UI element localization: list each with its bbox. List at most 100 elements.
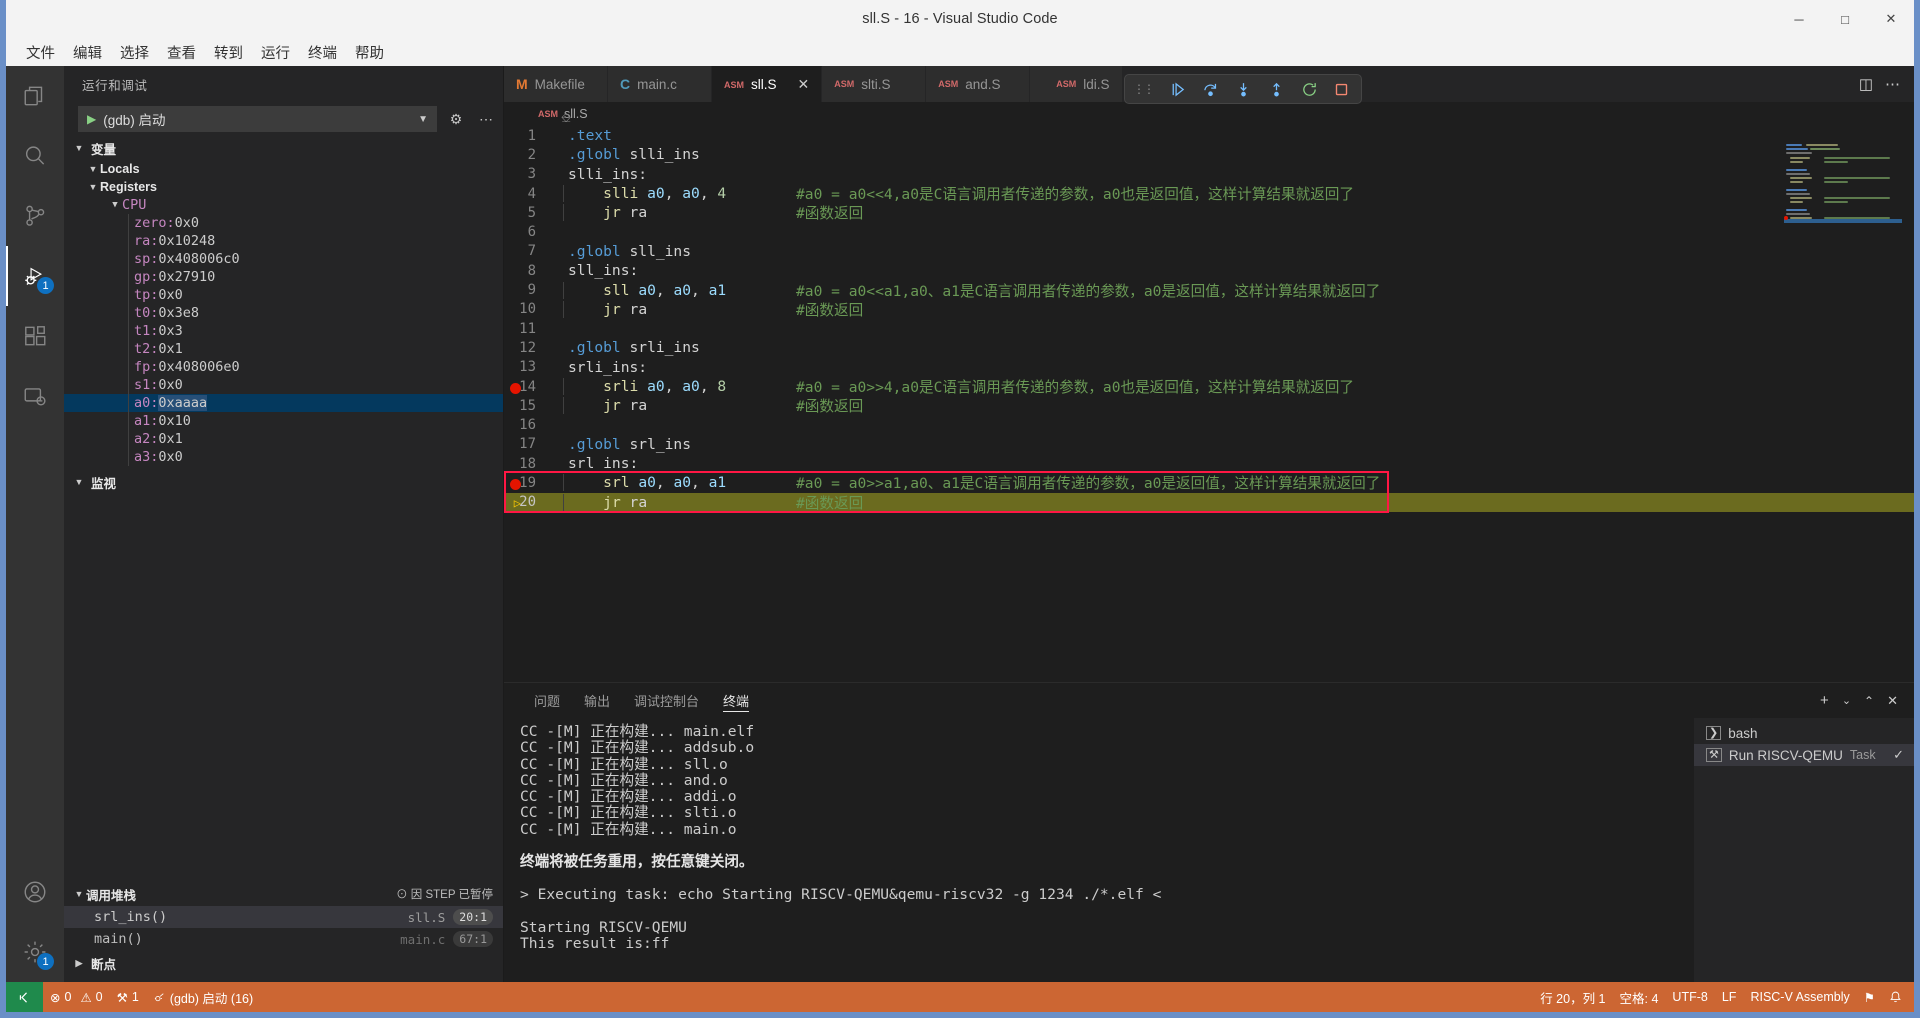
tab-sll-s[interactable]: ASMsll.S✕ <box>712 66 822 102</box>
debug-session-status[interactable]: (gdb) 启动 (16) <box>146 982 260 1012</box>
new-terminal-icon[interactable]: + <box>1820 692 1829 709</box>
code-line[interactable]: ▷20 jr ra#函数返回 <box>504 493 1914 512</box>
line-number[interactable]: 1 <box>504 128 556 144</box>
tab-problems[interactable]: 问题 <box>522 683 572 718</box>
line-number[interactable]: 18 <box>504 456 556 472</box>
register-row[interactable]: s1: 0x0 <box>64 376 503 394</box>
line-number[interactable]: 7 <box>504 243 556 259</box>
code-line[interactable]: 11 <box>504 319 1914 338</box>
code-line[interactable]: 1.text <box>504 126 1914 145</box>
minimize-button[interactable]: ─ <box>1776 0 1822 38</box>
settings-gear-icon[interactable]: 1 <box>6 922 64 982</box>
line-number[interactable]: 19 <box>504 475 556 491</box>
line-number[interactable]: 8 <box>504 263 556 279</box>
editor-more-icon[interactable]: ⋯ <box>1885 75 1900 93</box>
register-row[interactable]: t1: 0x3 <box>64 322 503 340</box>
callstack-row[interactable]: srl_ins()sll.S20:1 <box>64 906 503 928</box>
split-editor-icon[interactable]: ◫ <box>1859 75 1873 93</box>
line-number[interactable]: 4 <box>504 186 556 202</box>
line-number[interactable]: 12 <box>504 340 556 356</box>
line-number[interactable]: ▷20 <box>504 494 556 510</box>
code-line[interactable]: 12.globl srli_ins <box>504 338 1914 357</box>
register-row[interactable]: zero: 0x0 <box>64 214 503 232</box>
code-line[interactable]: 13srli_ins: <box>504 358 1914 377</box>
maximize-panel-icon[interactable]: ⌃ <box>1864 694 1874 708</box>
line-number[interactable]: 15 <box>504 398 556 414</box>
cursor-position[interactable]: 行 20，列 1 <box>1533 988 1612 1007</box>
line-number[interactable]: 6 <box>504 224 556 240</box>
menu-terminal[interactable]: 终端 <box>300 39 345 66</box>
code-line[interactable]: 17.globl srl_ins <box>504 435 1914 454</box>
breadcrumb[interactable]: ASM sll.S <box>504 102 1914 126</box>
line-number[interactable]: 2 <box>504 147 556 163</box>
indentation[interactable]: 空格: 4 <box>1613 988 1666 1007</box>
breakpoint-icon[interactable] <box>510 479 521 490</box>
notifications-bell-icon[interactable] <box>1882 990 1914 1004</box>
register-row[interactable]: ra: 0x10248 <box>64 232 503 250</box>
breakpoints-section-header[interactable]: ▶ 断点 <box>64 950 503 976</box>
line-number[interactable]: 14 <box>504 379 556 395</box>
register-row[interactable]: a3: 0x0 <box>64 448 503 466</box>
menu-help[interactable]: 帮助 <box>347 39 392 66</box>
cpu-group[interactable]: ▼ CPU <box>64 196 503 214</box>
tab-main-c[interactable]: Cmain.c <box>608 66 712 102</box>
terminal-list-item[interactable]: ⚒Run RISCV-QEMUTask✓ <box>1694 744 1914 766</box>
eol[interactable]: LF <box>1715 990 1744 1004</box>
tab-debug-console[interactable]: 调试控制台 <box>622 683 711 718</box>
explorer-icon[interactable] <box>6 66 64 126</box>
menu-view[interactable]: 查看 <box>159 39 204 66</box>
tab-ldi-s[interactable]: ASMldi.S <box>1030 66 1122 102</box>
terminal-list-item[interactable]: ❯bash <box>1694 722 1914 744</box>
tab-output[interactable]: 输出 <box>572 683 622 718</box>
menu-selection[interactable]: 选择 <box>112 39 157 66</box>
callstack-row[interactable]: main()main.c67:1 <box>64 928 503 950</box>
gear-icon[interactable]: ⚙ <box>445 108 467 130</box>
terminal-split-chevron-icon[interactable]: ⌄ <box>1842 694 1851 707</box>
problems-status[interactable]: ⊗ 0 ⚠ 0 <box>43 982 110 1012</box>
code-line[interactable]: 2.globl slli_ins <box>504 145 1914 164</box>
step-into-icon[interactable] <box>1235 81 1252 98</box>
debug-config-select[interactable]: ▶ (gdb) 启动 ▼ <box>78 106 437 132</box>
more-actions-icon[interactable]: ⋯ <box>475 108 497 130</box>
breakpoint-icon[interactable] <box>510 383 521 394</box>
line-number[interactable]: 9 <box>504 282 556 298</box>
code-line[interactable]: 15 jr ra#函数返回 <box>504 396 1914 415</box>
step-over-icon[interactable] <box>1202 81 1219 98</box>
code-line[interactable]: 16 <box>504 415 1914 434</box>
register-row[interactable]: a0: 0xaaaa <box>64 394 503 412</box>
code-line[interactable]: 6 <box>504 222 1914 241</box>
register-row[interactable]: tp: 0x0 <box>64 286 503 304</box>
menu-go[interactable]: 转到 <box>206 39 251 66</box>
register-row[interactable]: sp: 0x408006c0 <box>64 250 503 268</box>
close-icon[interactable]: ✕ <box>798 76 810 93</box>
code-line[interactable]: 5 jr ra#函数返回 <box>504 203 1914 222</box>
feedback-icon[interactable]: ⚑ <box>1857 990 1882 1005</box>
line-number[interactable]: 10 <box>504 301 556 317</box>
code-line[interactable]: 18srl_ins: <box>504 454 1914 473</box>
maximize-button[interactable]: □ <box>1822 0 1868 38</box>
accounts-icon[interactable] <box>6 862 64 922</box>
ports-status[interactable]: ⚒ 1 <box>110 982 146 1012</box>
restart-icon[interactable] <box>1301 81 1318 98</box>
code-editor[interactable]: 1.text2.globl slli_ins3slli_ins:4 slli a… <box>504 126 1914 682</box>
search-icon[interactable] <box>6 126 64 186</box>
code-line[interactable]: 8sll_ins: <box>504 261 1914 280</box>
register-row[interactable]: gp: 0x27910 <box>64 268 503 286</box>
menu-edit[interactable]: 编辑 <box>65 39 110 66</box>
line-number[interactable]: 3 <box>504 166 556 182</box>
line-number[interactable]: 16 <box>504 417 556 433</box>
menu-run[interactable]: 运行 <box>253 39 298 66</box>
registers-group[interactable]: ▼ Registers <box>64 178 503 196</box>
remote-indicator[interactable] <box>6 982 43 1012</box>
line-number[interactable]: 13 <box>504 359 556 375</box>
close-button[interactable]: ✕ <box>1868 0 1914 38</box>
remote-explorer-icon[interactable] <box>6 366 64 426</box>
tab-terminal[interactable]: 终端 <box>711 683 761 718</box>
register-row[interactable]: a2: 0x1 <box>64 430 503 448</box>
code-line[interactable]: 4 slli a0, a0, 4#a0 = a0<<4,a0是C语言调用者传递的… <box>504 184 1914 203</box>
code-line[interactable]: 10 jr ra#函数返回 <box>504 300 1914 319</box>
line-number[interactable]: 11 <box>504 321 556 337</box>
variables-section-header[interactable]: ▼ 变量 <box>64 136 503 160</box>
code-line[interactable]: 9 sll a0, a0, a1#a0 = a0<<a1,a0、a1是C语言调用… <box>504 280 1914 299</box>
line-number[interactable]: 17 <box>504 436 556 452</box>
